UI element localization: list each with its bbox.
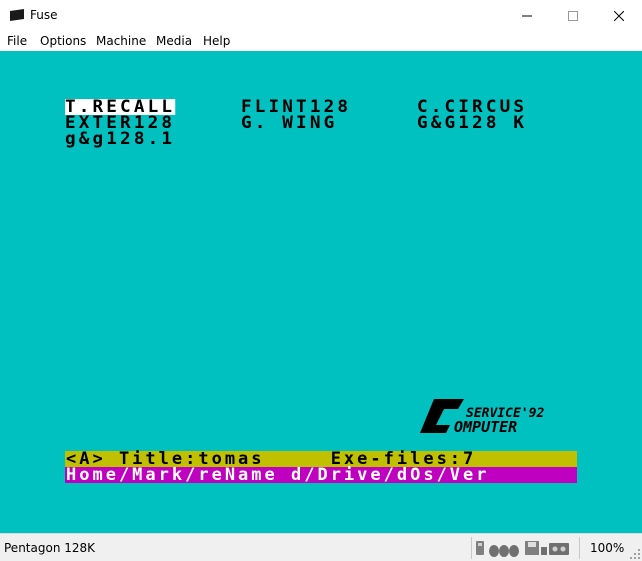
computer-service-logo: SERVICE'92 OMPUTER [420,399,544,436]
minimize-icon [522,15,532,16]
close-icon [614,10,624,21]
file-entry[interactable]: G. WING [241,115,337,132]
menu-media[interactable]: Media [156,34,192,48]
zoom-level: 100% [590,541,625,555]
disk-icon [541,547,547,555]
status-bar: Pentagon 128K 100% [0,533,642,561]
menu-options[interactable]: Options [40,34,86,48]
microdrive-icon [525,541,539,555]
keyboard-icon [476,541,484,555]
status-icons [476,541,569,557]
minimize-button[interactable] [504,0,550,31]
help-line-text: Home/Mark/reName d/Drive/dOs/Ver [66,465,490,485]
menu-file[interactable]: File [7,34,27,48]
machine-label: Pentagon 128K [4,541,96,555]
close-button[interactable] [596,0,642,31]
menu-bar: File Options Machine Media Help [0,31,642,51]
resize-grip-icon[interactable] [630,549,640,559]
help-line: Home/Mark/reName d/Drive/dOs/Ver [65,465,577,485]
tape-icon [549,543,569,555]
mouse-icon [489,545,519,557]
status-divider [579,537,580,559]
menu-machine[interactable]: Machine [96,34,146,48]
file-entry[interactable]: G&G128 K [417,115,527,132]
menu-help[interactable]: Help [203,34,230,48]
status-divider [471,537,472,559]
window-title: Fuse [30,8,58,22]
file-entry[interactable]: g&g128.1 [65,131,175,148]
title-bar[interactable]: Fuse [0,0,642,31]
logo-line2: OMPUTER [454,418,517,436]
maximize-button[interactable] [550,0,596,31]
emulator-screen[interactable]: T.RECALL EXTER128 g&g128.1 FLINT128 G. W… [0,51,642,533]
app-icon [10,9,24,21]
maximize-icon [568,10,578,21]
